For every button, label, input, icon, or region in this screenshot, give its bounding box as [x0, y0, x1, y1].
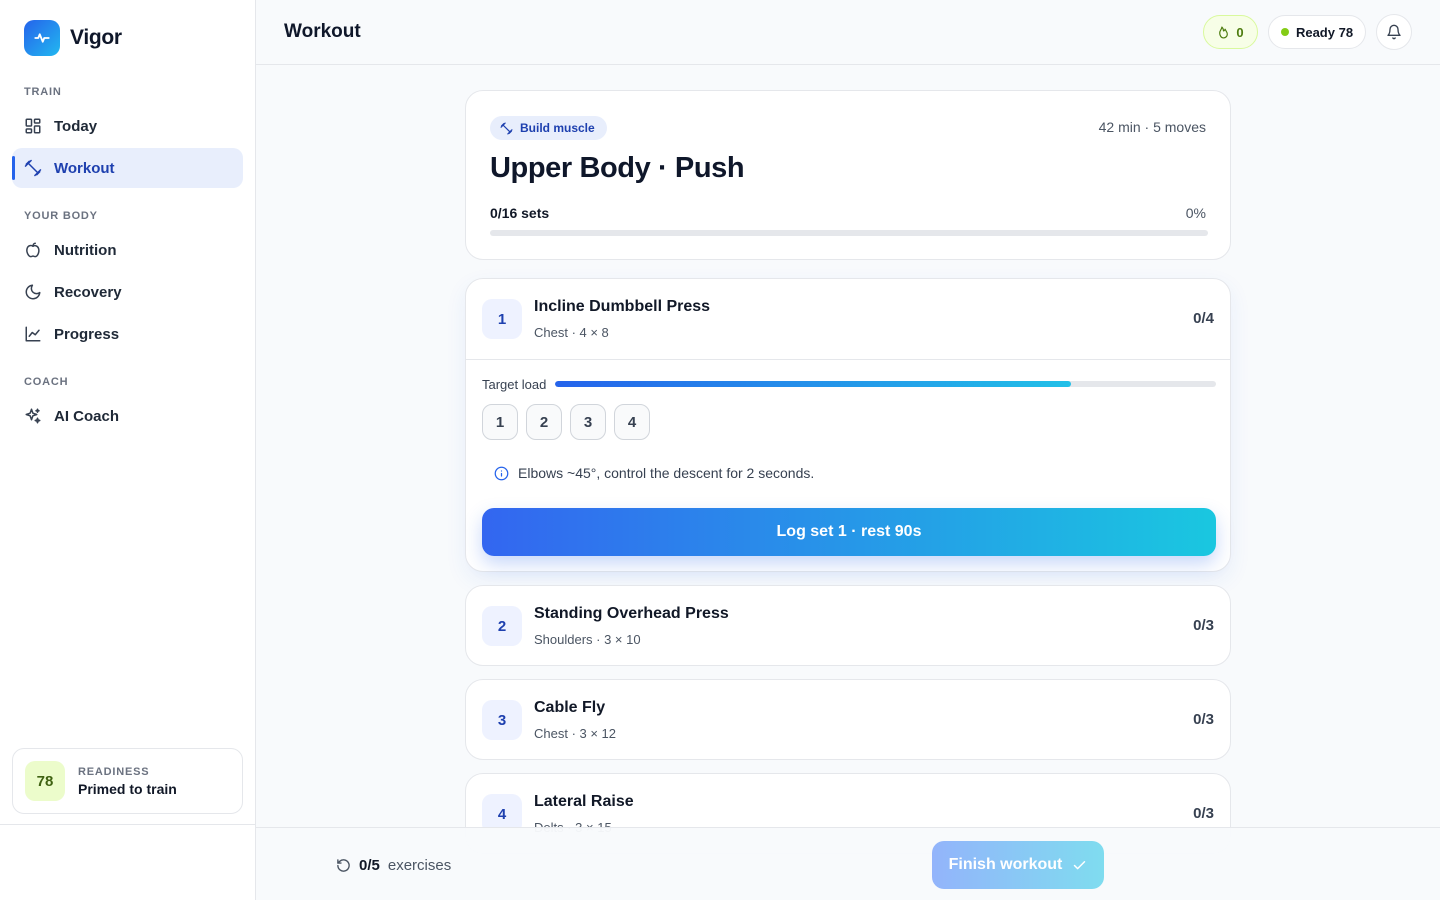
goal-chip[interactable]: Build muscle [490, 116, 607, 140]
exercise-number: 2 [482, 606, 522, 646]
top-header: Workout 0 Ready 78 [256, 0, 1440, 65]
ready-label: Ready 78 [1295, 24, 1354, 40]
sets-progress-bar [490, 230, 1208, 236]
sets-progress-label: 0/16 sets [490, 205, 550, 221]
info-icon [494, 466, 509, 480]
bell-icon [1387, 24, 1401, 40]
form-tip: Elbows ~45°, control the descent for 2 s… [494, 465, 814, 481]
set-button-3[interactable]: 3 [570, 404, 606, 440]
exercise-set-count: 0/3 [1193, 805, 1214, 822]
exercise-card-1: 1 Incline Dumbbell Press Chest · 4 × 8 0… [465, 278, 1231, 572]
divider [466, 359, 1230, 360]
grid-icon [25, 118, 41, 134]
exercise-header[interactable]: 1 Incline Dumbbell Press Chest · 4 × 8 0… [466, 279, 1230, 359]
exercise-set-count: 0/3 [1193, 617, 1214, 634]
exercise-card-3[interactable]: 3 Cable Fly Chest · 3 × 12 0/3 [465, 679, 1231, 760]
sidebar-item-nutrition[interactable]: Nutrition [12, 230, 243, 270]
sidebar-item-today[interactable]: Today [12, 106, 243, 146]
sidebar-item-recovery[interactable]: Recovery [12, 272, 243, 312]
brand[interactable]: Vigor [24, 20, 122, 56]
sidebar-item-label: Workout [54, 159, 115, 177]
readiness-card[interactable]: 78 READINESS Primed to train [12, 748, 243, 814]
page-title: Workout [284, 21, 361, 42]
goal-label: Build muscle [520, 121, 595, 135]
exercise-number: 3 [482, 700, 522, 740]
flame-icon [1219, 25, 1229, 39]
target-load-fill [555, 381, 1071, 387]
form-tip-text: Elbows ~45°, control the descent for 2 s… [518, 465, 815, 481]
nav-section-coach: COACH [24, 376, 69, 388]
sidebar-item-label: AI Coach [54, 407, 120, 425]
check-icon [1074, 860, 1086, 869]
exercise-progress-label: exercises [387, 857, 452, 874]
brand-name: Vigor [70, 26, 122, 49]
sidebar-item-progress[interactable]: Progress [12, 314, 243, 354]
pulse-icon [24, 20, 60, 56]
set-buttons: 1 2 3 4 [482, 404, 658, 440]
readiness-label: READINESS [78, 765, 150, 778]
streak-badge[interactable]: 0 [1203, 15, 1258, 49]
exercise-name: Incline Dumbbell Press [534, 298, 711, 315]
ready-badge[interactable]: Ready 78 [1268, 15, 1366, 49]
dumbbell-icon [24, 159, 42, 177]
status-dot [1280, 28, 1289, 36]
workout-meta: 42 min · 5 moves [1098, 119, 1206, 135]
exercise-set-count: 0/4 [1193, 310, 1214, 327]
moon-icon [25, 284, 41, 300]
sidebar-item-label: Nutrition [54, 241, 117, 259]
target-load-label: Target load [482, 377, 547, 392]
streak-count: 0 [1236, 24, 1244, 40]
exercise-detail: Chest · 3 × 12 [534, 726, 617, 741]
apple-icon [26, 242, 40, 258]
exercise-number: 1 [482, 299, 522, 339]
sidebar-item-workout[interactable]: Workout [12, 148, 243, 188]
sidebar-item-label: Recovery [54, 283, 122, 301]
exercise-detail: Shoulders · 3 × 10 [534, 632, 641, 647]
workout-summary-card: Build muscle 42 min · 5 moves Upper Body… [465, 90, 1231, 260]
set-button-1[interactable]: 1 [482, 404, 518, 440]
sidebar-item-ai-coach[interactable]: AI Coach [12, 396, 243, 436]
sparkles-icon [25, 408, 41, 424]
sidebar-item-label: Progress [54, 325, 120, 343]
bottom-action-bar: 0/5 exercises Finish workout [256, 827, 1440, 900]
sidebar: Vigor TRAIN Today Workout YOUR BODY Nutr… [0, 0, 256, 900]
exercise-set-count: 0/3 [1193, 711, 1214, 728]
exercise-name: Standing Overhead Press [534, 605, 729, 622]
readiness-status: Primed to train [78, 780, 177, 797]
set-button-4[interactable]: 4 [614, 404, 650, 440]
refresh-icon [337, 859, 350, 872]
chart-icon [25, 326, 41, 342]
dumbbell-icon [500, 121, 513, 135]
exercise-detail: Chest · 4 × 8 [534, 325, 609, 340]
sidebar-item-label: Today [54, 117, 98, 135]
notifications-button[interactable] [1376, 14, 1412, 50]
exercise-name: Cable Fly [534, 699, 606, 716]
nav-section-body: YOUR BODY [24, 210, 98, 222]
exercise-progress-count: 0/5 [359, 857, 380, 874]
exercise-name: Lateral Raise [534, 793, 634, 810]
sets-progress-percent: 0% [1185, 205, 1206, 221]
finish-workout-label: Finish workout [948, 856, 1063, 873]
sidebar-divider [0, 824, 256, 825]
exercise-progress: 0/5 exercises [336, 857, 451, 874]
nav-section-train: TRAIN [24, 86, 62, 98]
log-set-button[interactable]: Log set 1 · rest 90s [482, 508, 1216, 556]
target-load-bar [555, 381, 1216, 387]
finish-workout-button[interactable]: Finish workout [932, 841, 1104, 889]
workout-title: Upper Body · Push [490, 152, 745, 184]
set-button-2[interactable]: 2 [526, 404, 562, 440]
readiness-score: 78 [25, 761, 65, 801]
exercise-card-2[interactable]: 2 Standing Overhead Press Shoulders · 3 … [465, 585, 1231, 666]
